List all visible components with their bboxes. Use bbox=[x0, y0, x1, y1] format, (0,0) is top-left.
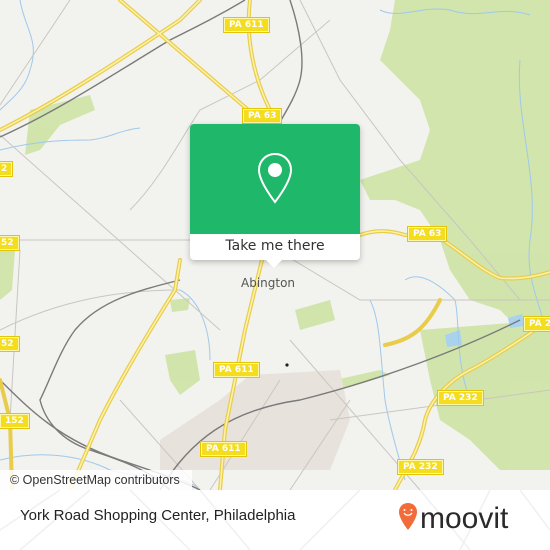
route-shield-pa63: PA 63 bbox=[241, 108, 283, 124]
moovit-wordmark: moovit bbox=[420, 502, 509, 535]
take-me-there-button[interactable]: Take me there bbox=[190, 234, 360, 260]
route-shield-152: 2 bbox=[0, 161, 14, 177]
location-popup: Take me there bbox=[190, 124, 360, 268]
park-area-east bbox=[360, 0, 550, 330]
route-shield-152: 152 bbox=[0, 413, 30, 429]
moovit-pin-icon bbox=[399, 503, 417, 530]
route-shield-pa611: PA 611 bbox=[223, 17, 270, 33]
place-name: York Road Shopping Center, Philadelphia bbox=[20, 507, 296, 524]
route-shield-pa611: PA 611 bbox=[200, 441, 247, 457]
railway-west-loop bbox=[39, 279, 181, 490]
map-view[interactable]: PA 611 PA 63 PA 63 PA 611 PA 611 PA 232 … bbox=[0, 0, 550, 490]
popup-header bbox=[190, 124, 360, 234]
map-pin-icon bbox=[257, 152, 293, 204]
popup-pointer bbox=[266, 260, 282, 268]
footer-bar: York Road Shopping Center, Philadelphia … bbox=[0, 490, 550, 550]
route-shield-152: 52 bbox=[0, 336, 20, 352]
town-label-abington: Abington bbox=[241, 276, 296, 290]
route-shield-pa611: PA 611 bbox=[213, 362, 260, 378]
route-shield-pa232: PA 232 bbox=[437, 390, 484, 406]
route-shield-pa63: PA 63 bbox=[406, 226, 448, 242]
moovit-logo[interactable]: moovit bbox=[398, 502, 538, 536]
park-area-west bbox=[25, 95, 95, 155]
route-shield-pa232: PA 232 bbox=[397, 459, 444, 475]
route-shield-152: 52 bbox=[0, 235, 20, 251]
route-shield-pa2: PA 2 bbox=[522, 316, 550, 332]
map-attribution[interactable]: © OpenStreetMap contributors bbox=[0, 470, 192, 490]
